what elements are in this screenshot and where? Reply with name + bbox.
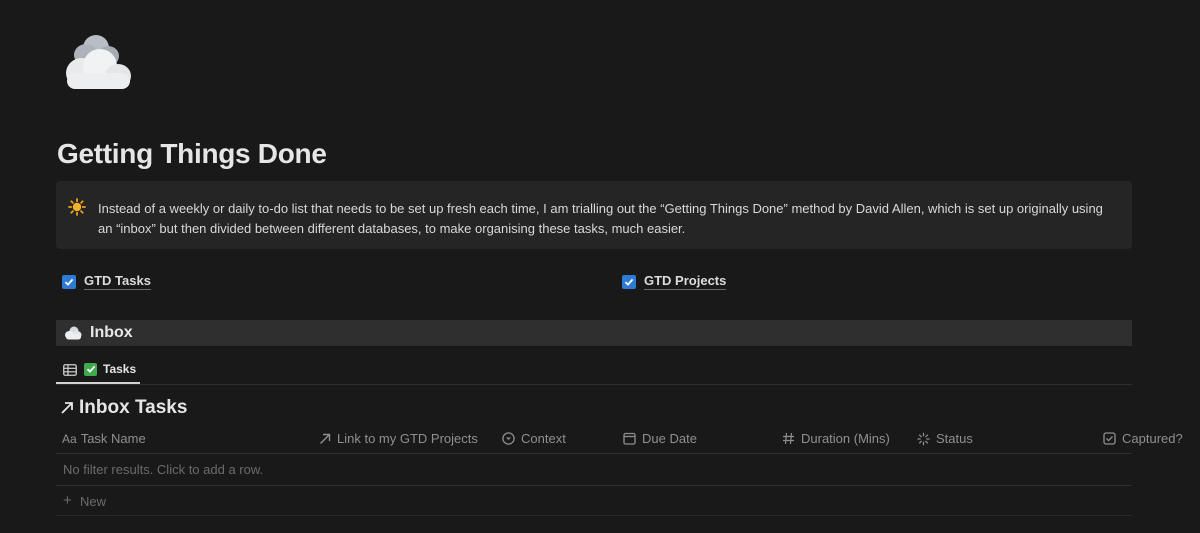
link-gtd-tasks[interactable]: GTD Tasks	[62, 273, 151, 290]
column-link-projects[interactable]: Link to my GTD Projects	[318, 431, 478, 446]
column-duration[interactable]: Duration (Mins)	[782, 431, 890, 446]
column-label: Link to my GTD Projects	[337, 431, 478, 446]
tab-tasks[interactable]: Tasks	[56, 356, 140, 384]
link-gtd-projects[interactable]: GTD Projects	[622, 273, 727, 290]
arrow-up-right-icon	[60, 401, 74, 415]
database-title[interactable]: Inbox Tasks	[60, 397, 187, 419]
column-captured[interactable]: Captured?	[1103, 431, 1183, 446]
column-status[interactable]: Status	[917, 431, 973, 446]
relation-arrow-icon	[318, 432, 331, 445]
new-row-button[interactable]: + New	[56, 486, 1132, 516]
empty-message: No filter results. Click to add a row.	[63, 462, 264, 477]
cloud-icon[interactable]	[58, 28, 132, 92]
empty-results-row[interactable]: No filter results. Click to add a row.	[56, 454, 1132, 486]
number-icon	[782, 432, 795, 445]
select-icon	[502, 432, 515, 445]
column-label: Captured?	[1122, 431, 1183, 446]
table-icon	[63, 363, 77, 376]
column-label: Duration (Mins)	[801, 431, 890, 446]
link-label[interactable]: GTD Projects	[644, 273, 727, 290]
tab-label: Tasks	[103, 362, 137, 376]
check-mark-icon	[84, 362, 97, 376]
column-label: Task Name	[80, 431, 146, 446]
table-header: Aa Task Name Link to my GTD Projects Con…	[56, 424, 1183, 454]
text-icon: Aa	[62, 431, 77, 446]
check-icon	[62, 274, 76, 289]
page-title[interactable]: Getting Things Done	[57, 138, 327, 170]
divider	[56, 384, 1132, 385]
callout-text: Instead of a weekly or daily to-do list …	[98, 201, 1103, 236]
link-label[interactable]: GTD Tasks	[84, 273, 151, 290]
checkbox-icon	[1103, 432, 1116, 445]
database-name: Inbox Tasks	[79, 397, 188, 418]
column-label: Context	[521, 431, 566, 446]
sun-icon	[68, 198, 86, 216]
column-context[interactable]: Context	[502, 431, 566, 446]
callout[interactable]: Instead of a weekly or daily to-do list …	[56, 181, 1132, 249]
calendar-icon	[623, 432, 636, 445]
column-label: Due Date	[642, 431, 697, 446]
inbox-heading[interactable]: Inbox	[56, 320, 1132, 346]
column-due-date[interactable]: Due Date	[623, 431, 697, 446]
plus-icon: +	[63, 492, 72, 509]
inbox-label: Inbox	[90, 324, 133, 341]
new-label: New	[80, 494, 107, 509]
column-task-name[interactable]: Aa Task Name	[62, 431, 146, 446]
cloud-icon	[64, 325, 82, 341]
column-label: Status	[936, 431, 973, 446]
status-icon	[917, 432, 930, 445]
check-icon	[622, 274, 636, 289]
